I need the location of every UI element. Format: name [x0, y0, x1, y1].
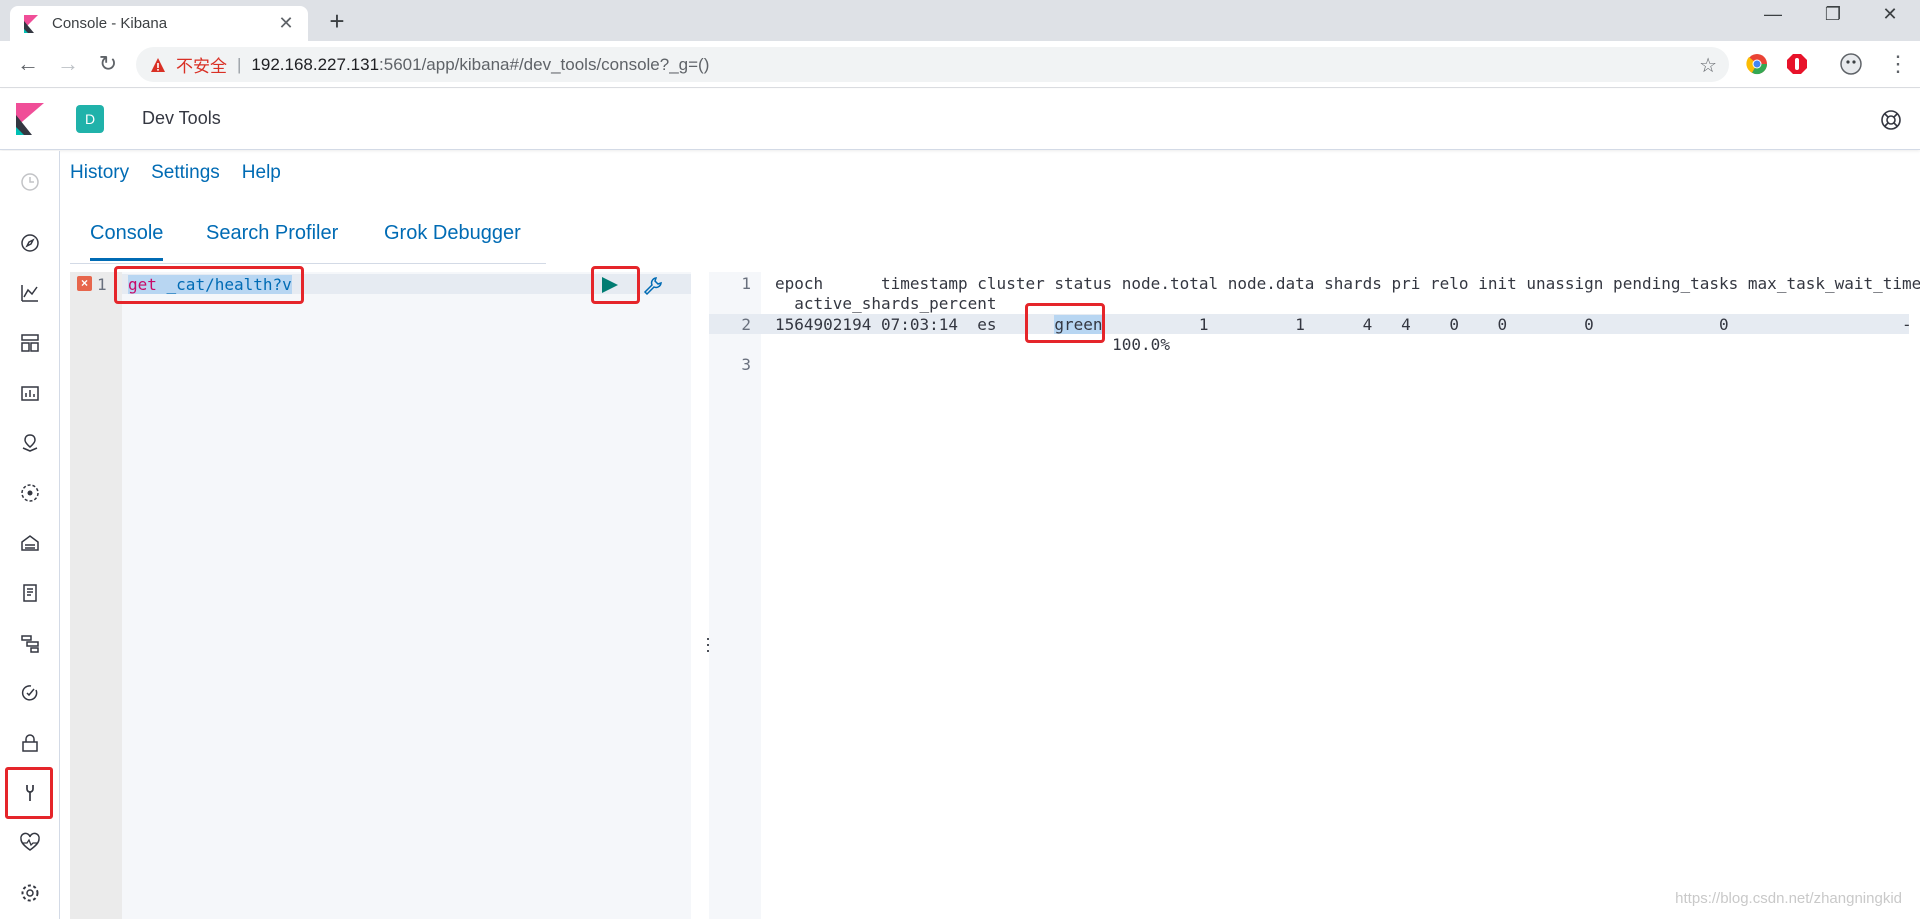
back-button[interactable]: ← [14, 51, 42, 79]
devtools-top-links: History Settings Help [70, 162, 303, 184]
request-editor[interactable]: × 1 get _cat/health?v [70, 266, 691, 919]
response-line-1-wrap: active_shards_percent [775, 294, 997, 313]
ml-icon[interactable] [19, 482, 41, 504]
play-highlight [591, 266, 640, 304]
kibana-logo-icon[interactable] [16, 103, 44, 135]
maps-icon[interactable] [19, 432, 41, 454]
request-highlight [114, 266, 304, 304]
kibana-favicon-icon [24, 14, 38, 33]
adblock-extension-icon[interactable] [1786, 53, 1808, 75]
response-editor[interactable]: 1 epoch timestamp cluster status node.tot… [709, 272, 1920, 919]
left-nav [0, 151, 60, 919]
history-link[interactable]: History [70, 162, 129, 184]
dev-tools-highlight [5, 767, 53, 819]
uptime-icon[interactable] [19, 682, 41, 704]
tab-title: Console - Kibana [52, 15, 168, 32]
response-line-3: 3 [741, 355, 751, 374]
management-icon[interactable] [19, 882, 41, 904]
request-content[interactable] [122, 272, 691, 919]
browser-menu-icon[interactable]: ⋮ [1884, 51, 1912, 79]
warning-icon [151, 57, 165, 72]
extension-icon[interactable] [1840, 53, 1862, 75]
reload-button[interactable]: ↻ [94, 51, 122, 79]
response-line-1: 1 epoch timestamp cluster status node.tot… [741, 274, 1920, 293]
line-number: 1 [97, 275, 107, 294]
discover-icon[interactable] [19, 232, 41, 254]
browser-tab[interactable]: Console - Kibana ✕ [10, 6, 308, 41]
close-window-button[interactable]: ✕ [1870, 4, 1910, 25]
response-line-2: 2 1564902194 07:03:14 es green 1 1 4 4 0 … [741, 315, 1912, 334]
settings-link[interactable]: Settings [151, 162, 220, 184]
app-title: Dev Tools [142, 108, 221, 128]
watermark: https://blog.csdn.net/zhangningkid [1675, 890, 1902, 907]
help-link[interactable]: Help [242, 162, 281, 184]
pane-divider[interactable] [691, 272, 709, 919]
browser-toolbar: ← → ↻ 不安全 | 192.168.227.131 :5601/app/ki… [0, 41, 1920, 88]
monitoring-icon[interactable] [19, 832, 41, 854]
bookmark-star-icon[interactable]: ☆ [1699, 53, 1717, 78]
recent-icon[interactable] [19, 171, 41, 193]
browser-tabstrip: Console - Kibana ✕ + — ❐ ✕ [0, 0, 1920, 41]
forward-button[interactable]: → [54, 51, 82, 79]
request-gutter [70, 272, 122, 919]
tab-search-profiler[interactable]: Search Profiler [206, 222, 338, 245]
new-tab-button[interactable]: + [322, 8, 352, 34]
tab-close-icon[interactable]: ✕ [276, 13, 296, 34]
infrastructure-icon[interactable] [19, 532, 41, 554]
error-marker-icon[interactable]: × [77, 276, 92, 291]
kibana-header: D Dev Tools [0, 89, 1920, 150]
status-highlight [1025, 303, 1105, 343]
wrench-icon[interactable] [642, 275, 664, 297]
chrome-extension-icon[interactable] [1746, 53, 1768, 75]
url-host: 192.168.227.131 [251, 54, 380, 74]
visualize-icon[interactable] [19, 282, 41, 304]
dashboard-icon[interactable] [19, 332, 41, 354]
canvas-icon[interactable] [19, 382, 41, 404]
tab-grok-debugger[interactable]: Grok Debugger [384, 222, 521, 245]
address-bar[interactable]: 不安全 | 192.168.227.131 :5601/app/kibana#/… [136, 47, 1729, 82]
logs-icon[interactable] [19, 582, 41, 604]
restore-button[interactable]: ❐ [1813, 4, 1853, 25]
tab-console[interactable]: Console [90, 222, 164, 261]
security-icon[interactable] [19, 732, 41, 754]
space-avatar[interactable]: D [76, 105, 104, 133]
minimize-button[interactable]: — [1753, 4, 1793, 25]
security-label: 不安全 [176, 57, 227, 76]
devtools-tabs: Console Search Profiler Grok Debugger [70, 212, 546, 264]
apm-icon[interactable] [19, 632, 41, 654]
help-lifebuoy-icon[interactable] [1880, 109, 1902, 131]
address-separator: | [237, 54, 242, 74]
url-path: :5601/app/kibana#/dev_tools/console?_g=(… [379, 54, 710, 74]
